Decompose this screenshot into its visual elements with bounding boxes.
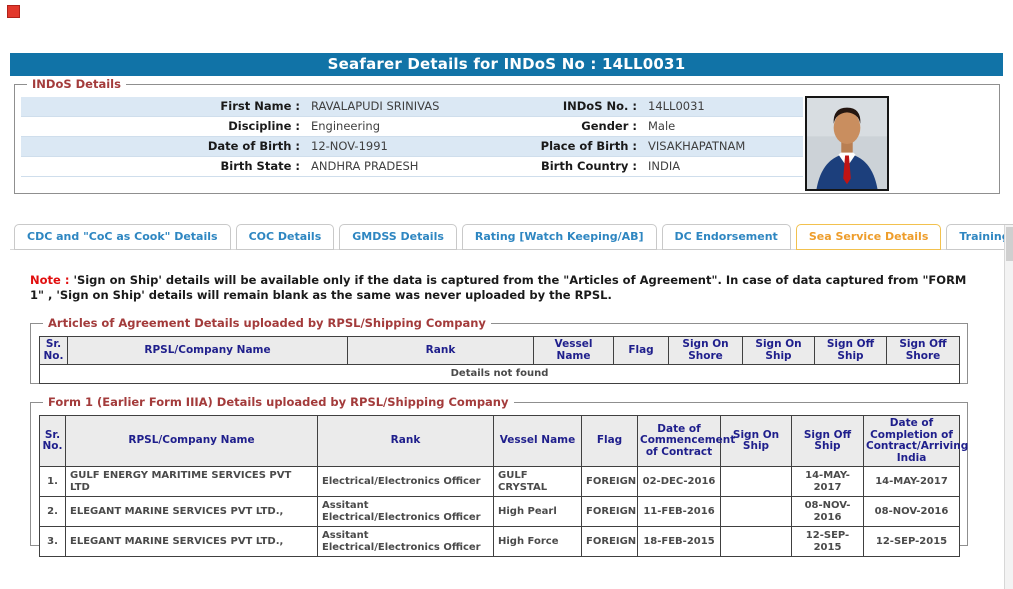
sr-no-cell: 3. (39, 526, 66, 557)
birth-country-label: Birth Country : (540, 159, 637, 173)
column-header: RPSL/Company Name (65, 415, 318, 467)
sign-on-ship-cell (720, 496, 792, 527)
tab-gmdss-details[interactable]: GMDSS Details (339, 224, 457, 250)
indos-details-legend: INDoS Details (27, 77, 126, 91)
scrollbar-thumb[interactable] (1006, 227, 1013, 261)
vertical-scrollbar[interactable] (1004, 225, 1013, 589)
column-header: Sign On Ship (742, 336, 815, 365)
flag-cell: FOREIGN (581, 526, 638, 557)
place-of-birth-value: VISAKHAPATNAM (648, 139, 746, 153)
completion-date-cell: 12-SEP-2015 (863, 526, 960, 557)
indos-no-value: 14LL0031 (648, 99, 705, 113)
column-header: Sign Off Ship (814, 336, 887, 365)
rank-cell: Assitant Electrical/Electronics Officer (317, 526, 494, 557)
place-of-birth-label: Place of Birth : (540, 139, 637, 153)
indos-no-label: INDoS No. : (562, 99, 637, 113)
form1-details-fieldset: Form 1 (Earlier Form IIIA) Details uploa… (30, 395, 968, 557)
date-of-birth-value: 12-NOV-1991 (311, 139, 388, 153)
commencement-date-cell: 02-DEC-2016 (637, 466, 721, 497)
column-header: Sr. No. (39, 336, 68, 365)
column-header: Date of Commencement of Contract (637, 415, 735, 467)
seafarer-photo (805, 96, 889, 191)
indos-details-grid: First Name : RAVALAPUDI SRINIVAS INDoS N… (21, 97, 803, 177)
form1-details-legend: Form 1 (Earlier Form IIIA) Details uploa… (43, 395, 514, 409)
sign-off-ship-cell: 08-NOV-2016 (791, 496, 864, 527)
detail-row: Birth State : ANDHRA PRADESH Birth Count… (21, 157, 803, 177)
column-header: Vessel Name (533, 336, 614, 365)
broken-image-icon (7, 5, 20, 18)
tab-coc-details[interactable]: COC Details (235, 224, 335, 250)
flag-cell: FOREIGN (581, 466, 638, 497)
table-row: 2. ELEGANT MARINE SERVICES PVT LTD., Ass… (39, 496, 960, 527)
rank-cell: Electrical/Electronics Officer (317, 466, 494, 497)
flag-cell: FOREIGN (581, 496, 638, 527)
column-header: Vessel Name (493, 415, 582, 467)
date-of-birth-label: Date of Birth : (207, 139, 300, 153)
first-name-value: RAVALAPUDI SRINIVAS (311, 99, 440, 113)
birth-country-value: INDIA (648, 159, 681, 173)
sign-on-ship-cell (720, 526, 792, 557)
company-cell: ELEGANT MARINE SERVICES PVT LTD., (65, 526, 318, 557)
table-header-row: Sr. No. RPSL/Company Name Rank Vessel Na… (39, 415, 968, 467)
articles-of-agreement-legend: Articles of Agreement Details uploaded b… (43, 316, 491, 330)
column-header: Sr. No. (39, 415, 66, 467)
birth-state-label: Birth State : (220, 159, 300, 173)
detail-row: Date of Birth : 12-NOV-1991 Place of Bir… (21, 137, 803, 157)
page-title: Seafarer Details for INDoS No : 14LL0031 (10, 53, 1003, 76)
sr-no-cell: 1. (39, 466, 66, 497)
completion-date-cell: 08-NOV-2016 (863, 496, 960, 527)
tab-training-details[interactable]: Training Details (946, 224, 1013, 250)
portrait-image (807, 98, 887, 189)
table-row: 3. ELEGANT MARINE SERVICES PVT LTD., Ass… (39, 526, 960, 557)
table-header-row: Sr. No. RPSL/Company Name Rank Vessel Na… (39, 336, 960, 365)
sr-no-cell: 2. (39, 496, 66, 527)
tab-dc-endorsement[interactable]: DC Endorsement (661, 224, 791, 250)
birth-state-value: ANDHRA PRADESH (311, 159, 419, 173)
column-header: Flag (613, 336, 669, 365)
gender-value: Male (648, 119, 676, 133)
table-row: 1. GULF ENERGY MARITIME SERVICES PVT LTD… (39, 466, 960, 497)
discipline-label: Discipline : (228, 119, 300, 133)
form1-details-table: Sr. No. RPSL/Company Name Rank Vessel Na… (39, 415, 968, 557)
seafarer-details-page: Seafarer Details for INDoS No : 14LL0031… (0, 0, 1013, 589)
tab-bar: CDC and "CoC as Cook" Details COC Detail… (14, 224, 1013, 250)
column-header: Date of Completion of Contract/Arriving … (863, 415, 968, 467)
commencement-date-cell: 18-FEB-2015 (637, 526, 721, 557)
articles-of-agreement-table: Sr. No. RPSL/Company Name Rank Vessel Na… (39, 336, 960, 384)
tab-sea-service-details[interactable]: Sea Service Details (795, 224, 942, 250)
column-header: Rank (317, 415, 494, 467)
completion-date-cell: 14-MAY-2017 (863, 466, 960, 497)
gender-label: Gender : (581, 119, 637, 133)
vessel-cell: High Force (493, 526, 582, 557)
discipline-value: Engineering (311, 119, 380, 133)
note-prefix: Note : (30, 273, 70, 287)
note-body: 'Sign on Ship' details will be available… (30, 273, 967, 302)
vessel-cell: GULF CRYSTAL (493, 466, 582, 497)
tab-rating-watch-keeping-ab[interactable]: Rating [Watch Keeping/AB] (461, 224, 657, 250)
detail-row: Discipline : Engineering Gender : Male (21, 117, 803, 137)
sign-off-ship-cell: 14-MAY-2017 (791, 466, 864, 497)
tab-cdc-coc-as-cook-details[interactable]: CDC and "CoC as Cook" Details (14, 224, 231, 250)
detail-row: First Name : RAVALAPUDI SRINIVAS INDoS N… (21, 97, 803, 117)
commencement-date-cell: 11-FEB-2016 (637, 496, 721, 527)
sign-off-ship-cell: 12-SEP-2015 (791, 526, 864, 557)
sign-on-ship-cell (720, 466, 792, 497)
company-cell: ELEGANT MARINE SERVICES PVT LTD., (65, 496, 318, 527)
column-header: Sign On Shore (668, 336, 743, 365)
details-not-found-message: Details not found (39, 364, 960, 384)
company-cell: GULF ENERGY MARITIME SERVICES PVT LTD (65, 466, 318, 497)
column-header: Rank (347, 336, 534, 365)
column-header: Sign Off Shore (886, 336, 960, 365)
articles-of-agreement-fieldset: Articles of Agreement Details uploaded b… (30, 316, 968, 384)
rank-cell: Assitant Electrical/Electronics Officer (317, 496, 494, 527)
first-name-label: First Name : (220, 99, 300, 113)
note-text: Note : 'Sign on Ship' details will be av… (30, 273, 982, 302)
vessel-cell: High Pearl (493, 496, 582, 527)
empty-result-row: Details not found (39, 364, 960, 384)
column-header: RPSL/Company Name (67, 336, 348, 365)
column-header: Flag (581, 415, 638, 467)
column-header: Sign Off Ship (791, 415, 864, 467)
